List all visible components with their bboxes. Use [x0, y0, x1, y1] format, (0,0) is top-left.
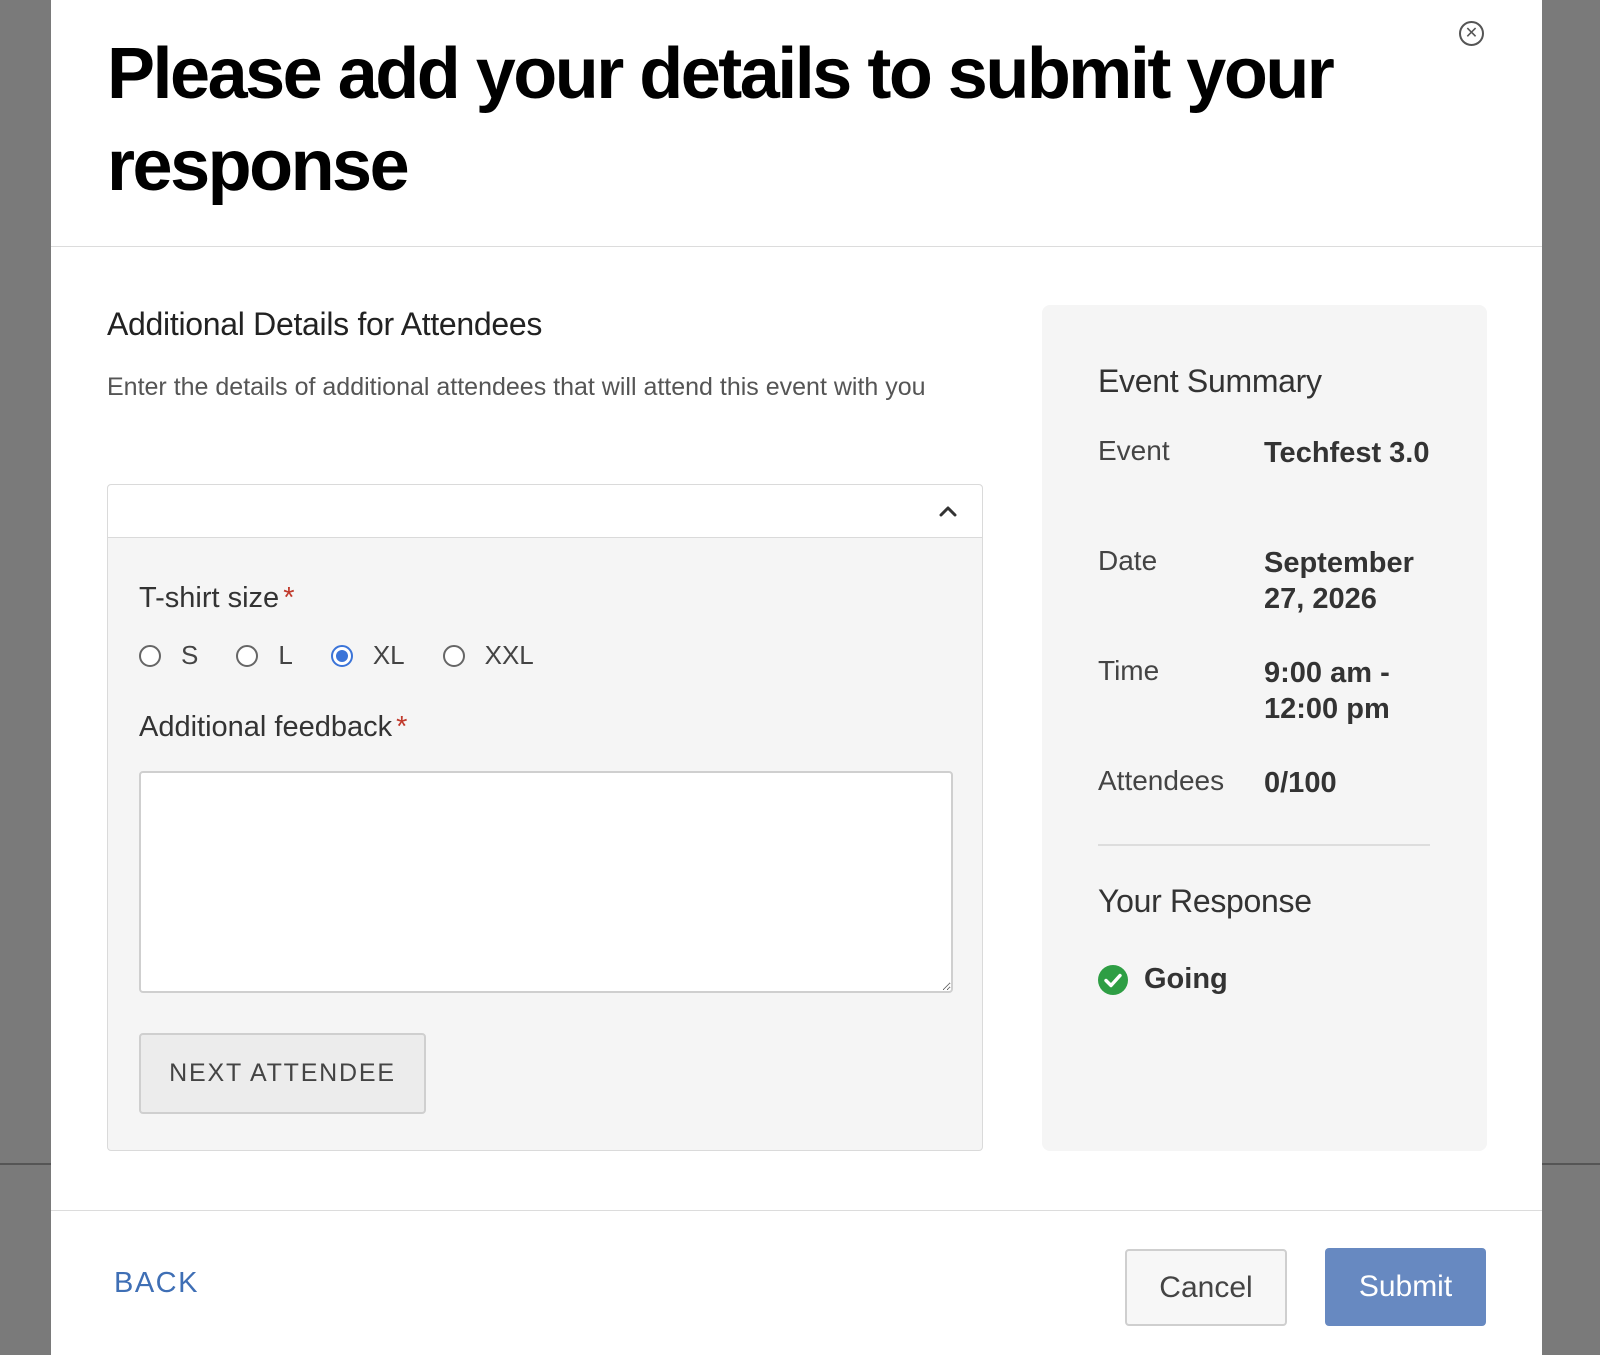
summary-value: 9:00 am - 12:00 pm: [1264, 657, 1390, 725]
next-attendee-button[interactable]: NEXT ATTENDEE: [139, 1033, 426, 1114]
summary-value: September 27, 2026: [1264, 547, 1414, 615]
summary-value: 0/100: [1264, 767, 1337, 799]
required-marker: *: [283, 582, 295, 614]
check-circle-icon: [1098, 964, 1128, 995]
header-divider: [51, 246, 1542, 247]
submit-button[interactable]: Submit: [1325, 1248, 1486, 1326]
your-response-heading: Your Response: [1098, 883, 1312, 919]
required-marker: *: [396, 711, 408, 743]
tshirt-size-label: T-shirt size *: [139, 582, 294, 615]
attendee-panel-header[interactable]: [108, 485, 982, 538]
radio-button-s[interactable]: [139, 644, 161, 667]
cancel-button[interactable]: Cancel: [1125, 1249, 1287, 1326]
tshirt-size-label-text: T-shirt size: [139, 582, 280, 614]
tshirt-option-label: S: [181, 640, 199, 670]
close-icon[interactable]: ✕: [1459, 21, 1484, 46]
tshirt-option-label: L: [278, 640, 293, 670]
attendees-description: Enter the details of additional attendee…: [107, 373, 926, 401]
tshirt-option-s[interactable]: S: [139, 640, 198, 671]
radio-button-xl[interactable]: [330, 644, 353, 667]
back-link[interactable]: BACK: [114, 1267, 199, 1300]
footer-divider: [51, 1210, 1542, 1211]
summary-key: Event: [1098, 435, 1170, 466]
modal-title: Please add your details to submit your r…: [107, 34, 1335, 206]
summary-key: Attendees: [1098, 765, 1225, 796]
attendee-panel: T-shirt size * S L XL XXL Additional feed…: [107, 484, 983, 1151]
feedback-label-text: Additional feedback: [139, 711, 393, 743]
summary-key: Date: [1098, 545, 1158, 576]
summary-key: Time: [1098, 655, 1160, 686]
feedback-label: Additional feedback *: [139, 711, 407, 744]
attendees-heading: Additional Details for Attendees: [107, 306, 543, 342]
tshirt-option-xl[interactable]: XL: [330, 640, 405, 671]
event-summary-heading: Event Summary: [1098, 363, 1322, 399]
summary-divider: [1098, 844, 1430, 846]
chevron-up-icon[interactable]: [934, 497, 962, 525]
radio-button-xxl[interactable]: [442, 644, 465, 667]
summary-value: Techfest 3.0: [1264, 437, 1430, 469]
feedback-textarea[interactable]: [139, 771, 953, 993]
response-value: Going: [1144, 963, 1228, 995]
response-status: Going: [1098, 963, 1228, 996]
event-summary-panel: Event Summary Event Techfest 3.0 Date Se…: [1042, 305, 1487, 1151]
tshirt-option-label: XL: [372, 640, 405, 670]
tshirt-size-radio-group: S L XL XXL: [139, 640, 572, 671]
tshirt-option-l[interactable]: L: [236, 640, 293, 671]
response-modal: ✕ Please add your details to submit your…: [51, 0, 1542, 1355]
backdrop-divider-left: [0, 1163, 51, 1165]
tshirt-option-label: XXL: [484, 640, 534, 670]
backdrop-divider-right: [1542, 1163, 1600, 1165]
tshirt-option-xxl[interactable]: XXL: [442, 640, 534, 671]
radio-button-l[interactable]: [236, 644, 259, 667]
